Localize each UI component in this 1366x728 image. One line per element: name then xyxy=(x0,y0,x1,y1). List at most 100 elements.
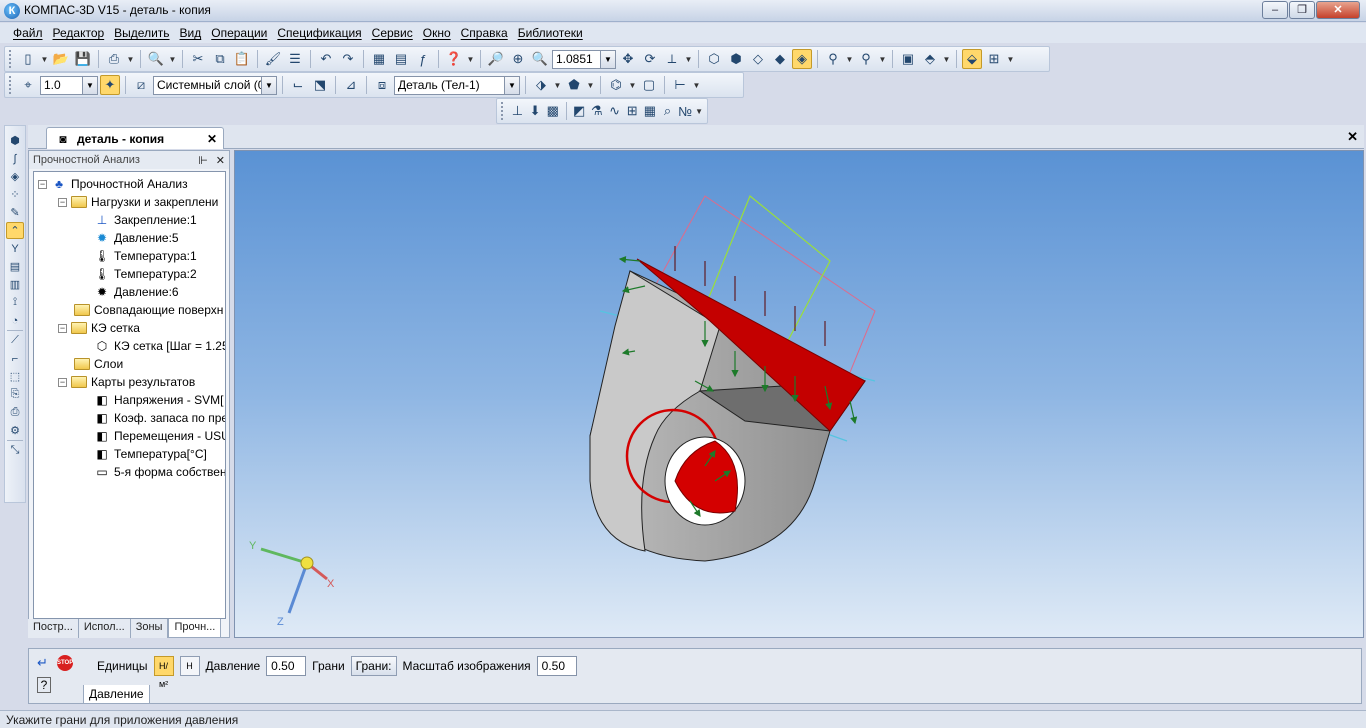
shaded-icon[interactable]: ◆ xyxy=(770,49,790,69)
arrays-icon[interactable]: ⁘ xyxy=(6,186,24,203)
properties-icon[interactable]: ☰ xyxy=(285,49,305,69)
scale-input[interactable]: 0.50 xyxy=(536,656,577,676)
format-brush-icon[interactable]: 🖌 xyxy=(263,49,283,69)
tab-strength[interactable]: Прочн... xyxy=(168,619,222,638)
chevron-down-icon[interactable]: ▼ xyxy=(82,76,97,94)
chevron-down-icon[interactable]: ▼ xyxy=(628,75,637,95)
tree-view[interactable]: − ♣ Прочностной Анализ − Нагрузки и закр… xyxy=(33,171,226,619)
pressure-input[interactable]: 0.50 xyxy=(266,656,307,676)
reports-icon[interactable]: ▥ xyxy=(6,276,24,293)
faces-button[interactable]: Грани: xyxy=(350,656,397,676)
editing-icon[interactable]: ⎘ xyxy=(6,386,24,403)
local-cs-icon[interactable]: ⌙ xyxy=(288,75,308,95)
chevron-down-icon[interactable]: ▼ xyxy=(692,75,701,95)
solid-ops-icon[interactable]: ⬢ xyxy=(6,132,24,149)
part-icon[interactable]: ▣ xyxy=(898,49,918,69)
copy-icon[interactable]: ⧉ xyxy=(210,49,230,69)
sketch-icon[interactable]: ⌃ xyxy=(6,222,24,239)
print-layout-icon[interactable]: ⎙ xyxy=(6,404,24,421)
layer-combo[interactable]: Системный слой (0) ▼ xyxy=(153,75,277,95)
chevron-down-icon[interactable]: ▼ xyxy=(466,49,475,69)
measurements-icon[interactable]: ⟟ xyxy=(6,294,24,311)
tree-node-results[interactable]: − Карты результатов xyxy=(58,373,195,391)
dimension-icon[interactable]: ⟋ xyxy=(6,332,24,349)
menu-view[interactable]: Вид xyxy=(175,26,207,40)
manager-icon[interactable]: ▦ xyxy=(369,49,389,69)
annotation-icon[interactable]: ⌐ xyxy=(6,350,24,367)
close-button[interactable]: ✕ xyxy=(1316,1,1360,19)
tree-node-pressure5[interactable]: ✹ Давление:5 xyxy=(94,229,179,247)
tree-node-layers[interactable]: Слои xyxy=(74,355,123,373)
filter-icon[interactable]: ⚲ xyxy=(823,49,843,69)
minimize-button[interactable]: – xyxy=(1262,1,1288,19)
numbering-icon[interactable]: № xyxy=(677,101,693,121)
menu-operations[interactable]: Операции xyxy=(206,26,272,40)
hidden-lines-icon[interactable]: ⬢ xyxy=(726,49,746,69)
zoom-window-icon[interactable]: 🔎 xyxy=(486,49,506,69)
open-folder-icon[interactable]: 📂 xyxy=(51,49,71,69)
chevron-down-icon[interactable]: ▼ xyxy=(126,49,135,69)
spec-icon[interactable]: ▤ xyxy=(6,258,24,275)
menu-specification[interactable]: Спецификация xyxy=(272,26,366,40)
redo-icon[interactable]: ↷ xyxy=(338,49,358,69)
tree-node-coincident[interactable]: Совпадающие поверхн xyxy=(74,301,223,319)
snap-icon[interactable]: ✦ xyxy=(100,75,120,95)
results-icon[interactable]: ◩ xyxy=(571,101,587,121)
wave-icon[interactable]: ∿ xyxy=(607,101,623,121)
orient-cs-icon[interactable]: ⬔ xyxy=(310,75,330,95)
tree-node-temperature2[interactable]: 🌡 Температура:2 xyxy=(94,265,196,283)
layers-icon[interactable]: ⧄ xyxy=(131,75,151,95)
zoom-fit-icon[interactable]: ⊕ xyxy=(508,49,528,69)
toolbar-grip[interactable] xyxy=(9,50,13,68)
selection-icon[interactable]: ⬚ xyxy=(6,368,24,385)
toolbar-grip[interactable] xyxy=(9,76,13,94)
apply-icon[interactable]: ↵ xyxy=(37,655,48,671)
section-icon[interactable]: ⊞ xyxy=(984,49,1004,69)
map-icon[interactable]: ▦ xyxy=(642,101,658,121)
tab-build[interactable]: Постр... xyxy=(28,619,79,638)
tree-node-loads[interactable]: − Нагрузки и закреплени xyxy=(58,193,218,211)
unit-n-button[interactable]: Н xyxy=(179,656,200,676)
paste-icon[interactable]: 📋 xyxy=(232,49,252,69)
tree-node-stress[interactable]: ◧ Напряжения - SVM[ xyxy=(94,391,223,409)
collapse-icon[interactable]: − xyxy=(58,323,67,333)
mesh-settings-icon[interactable]: ⊞ xyxy=(624,101,640,121)
chevron-down-icon[interactable]: ▼ xyxy=(684,49,693,69)
collapse-icon[interactable]: − xyxy=(38,179,47,189)
probe-icon[interactable]: ⌕ xyxy=(660,101,676,121)
perspective-icon[interactable]: ⬙ xyxy=(962,49,982,69)
tab-pressure[interactable]: Давление xyxy=(83,685,150,704)
collapse-icon[interactable]: − xyxy=(58,377,67,387)
color-icon[interactable]: ⬟ xyxy=(564,75,584,95)
assembly-icon[interactable]: ⬘ xyxy=(920,49,940,69)
pan-icon[interactable]: ✥ xyxy=(618,49,638,69)
shaded-edges-icon[interactable]: ◈ xyxy=(792,49,812,69)
sheet-metal-icon[interactable]: ◔ xyxy=(6,312,24,329)
chevron-down-icon[interactable]: ▼ xyxy=(553,75,562,95)
hidden-thin-icon[interactable]: ◇ xyxy=(748,49,768,69)
tree-node-root[interactable]: − ♣ Прочностной Анализ xyxy=(38,175,188,193)
fix-icon[interactable]: ⊥ xyxy=(510,101,526,121)
chevron-down-icon[interactable]: ▼ xyxy=(695,101,703,121)
chevron-down-icon[interactable]: ▼ xyxy=(586,75,595,95)
tree-node-mesh-step[interactable]: ⬡ КЭ сетка [Шаг = 1.25 xyxy=(94,337,225,355)
chevron-down-icon[interactable]: ▼ xyxy=(504,76,519,94)
menu-editor[interactable]: Редактор xyxy=(48,26,110,40)
undo-icon[interactable]: ↶ xyxy=(316,49,336,69)
menu-service[interactable]: Сервис xyxy=(367,26,418,40)
help-icon[interactable]: ? xyxy=(37,677,51,693)
sketch-plane-icon[interactable]: ⊿ xyxy=(341,75,361,95)
menu-select[interactable]: Выделить xyxy=(109,26,174,40)
chevron-down-icon[interactable]: ▼ xyxy=(942,49,951,69)
help-pointer-icon[interactable]: ❓ xyxy=(444,49,464,69)
tab-execution[interactable]: Испол... xyxy=(78,619,131,638)
cut-icon[interactable]: ✂ xyxy=(188,49,208,69)
chevron-down-icon[interactable]: ▼ xyxy=(1006,49,1015,69)
tree-node-temperature1[interactable]: 🌡 Температура:1 xyxy=(94,247,196,265)
collapse-icon[interactable]: − xyxy=(58,197,67,207)
maximize-button[interactable]: ❐ xyxy=(1289,1,1315,19)
step-cursor-icon[interactable]: ⌖ xyxy=(18,75,38,95)
display-icon[interactable]: ⌬ xyxy=(606,75,626,95)
chevron-down-icon[interactable]: ▼ xyxy=(878,49,887,69)
tree-node-fixture[interactable]: ⊥ Закрепление:1 xyxy=(94,211,197,229)
